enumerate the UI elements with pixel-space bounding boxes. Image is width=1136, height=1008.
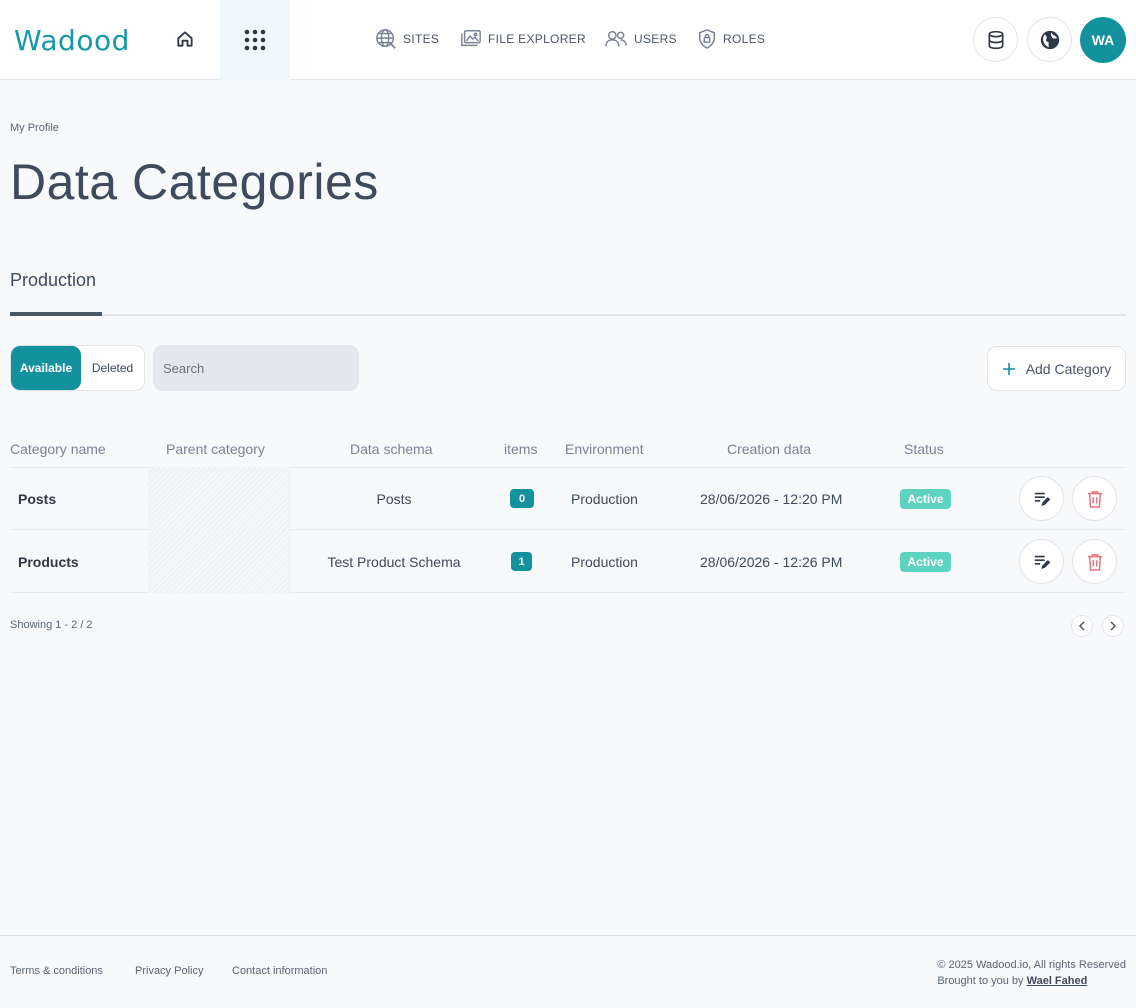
column-header-category-name[interactable]: Category name	[10, 441, 106, 457]
privacy-policy-link[interactable]: Privacy Policy	[135, 965, 203, 977]
chevron-left-icon	[1078, 621, 1085, 631]
pagination-summary: Showing 1 - 2 / 2	[10, 619, 93, 631]
trash-icon	[1087, 553, 1102, 571]
status-filter: Available Deleted	[10, 345, 145, 391]
top-header: Wadood SITES FILE EXPLORER USERS ROLES W…	[0, 0, 1136, 80]
globe-icon	[376, 29, 396, 49]
column-header-data-schema[interactable]: Data schema	[350, 441, 432, 457]
chevron-right-icon	[1110, 621, 1117, 631]
environment: Production	[571, 554, 638, 570]
column-header-status[interactable]: Status	[904, 441, 944, 457]
database-button[interactable]	[973, 17, 1018, 62]
column-header-items[interactable]: items	[504, 441, 537, 457]
folder-image-icon	[461, 30, 481, 47]
trash-icon	[1087, 490, 1102, 508]
column-header-creation-data[interactable]: Creation data	[727, 441, 811, 457]
copyright-text: © 2025 Wadood.io, All rights Reserved	[937, 959, 1126, 971]
footer-divider	[0, 935, 1136, 936]
filter-available-button[interactable]: Available	[11, 346, 81, 390]
status-badge: Active	[900, 552, 951, 572]
breadcrumb-my-profile[interactable]: My Profile	[10, 122, 59, 134]
nav-users-label: USERS	[634, 32, 677, 46]
edit-button[interactable]	[1019, 476, 1064, 521]
category-name: Products	[18, 554, 79, 570]
home-icon	[177, 31, 193, 47]
parent-category-cell	[148, 467, 291, 530]
environment: Production	[571, 491, 638, 507]
nav-sites-label: SITES	[403, 32, 440, 46]
edit-list-icon	[1034, 492, 1050, 506]
creation-date: 28/06/2026 - 12:20 PM	[700, 491, 843, 507]
earth-icon	[1040, 30, 1059, 49]
data-schema: Test Product Schema	[327, 554, 461, 570]
terms-link[interactable]: Terms & conditions	[10, 965, 103, 977]
contact-information-link[interactable]: Contact information	[232, 965, 327, 977]
column-header-parent-category[interactable]: Parent category	[166, 441, 265, 457]
edit-button[interactable]	[1019, 539, 1064, 584]
nav-users[interactable]: USERS	[604, 28, 677, 50]
tab-production[interactable]: Production	[10, 270, 96, 291]
brought-by-text: Brought to you by	[937, 975, 1024, 987]
previous-page-button[interactable]	[1071, 615, 1093, 637]
nav-file-explorer[interactable]: FILE EXPLORER	[460, 28, 586, 50]
tab-active-indicator	[10, 312, 102, 316]
tab-divider	[10, 314, 1126, 316]
brought-by-line: Brought to you by Wael Fahed	[937, 973, 1126, 989]
column-header-environment[interactable]: Environment	[565, 441, 644, 457]
database-icon	[988, 30, 1003, 49]
edit-list-icon	[1034, 555, 1050, 569]
parent-category-cell	[148, 530, 291, 593]
grid-icon	[244, 29, 266, 51]
nav-roles-label: ROLES	[723, 32, 766, 46]
nav-file-explorer-label: FILE EXPLORER	[488, 32, 586, 46]
user-avatar[interactable]: WA	[1080, 17, 1126, 63]
home-button[interactable]	[168, 22, 202, 56]
page-title: Data Categories	[10, 154, 379, 210]
users-icon	[605, 30, 627, 47]
items-count-badge: 1	[511, 552, 532, 571]
wadood-logo[interactable]: Wadood	[14, 24, 130, 57]
next-page-button[interactable]	[1102, 615, 1124, 637]
data-schema: Posts	[376, 491, 412, 507]
shield-icon	[699, 29, 715, 49]
creation-date: 28/06/2026 - 12:26 PM	[700, 554, 843, 570]
nav-roles[interactable]: ROLES	[697, 28, 765, 50]
delete-button[interactable]	[1072, 539, 1117, 584]
status-badge: Active	[900, 489, 951, 509]
plus-icon	[1002, 362, 1015, 375]
nav-sites[interactable]: SITES	[375, 28, 439, 50]
language-button[interactable]	[1027, 17, 1072, 62]
category-name: Posts	[18, 491, 57, 507]
copyright: © 2025 Wadood.io, All rights Reserved Br…	[937, 957, 1126, 989]
author-link[interactable]: Wael Fahed	[1027, 975, 1088, 987]
filter-deleted-button[interactable]: Deleted	[81, 346, 144, 390]
apps-grid-button[interactable]	[220, 0, 290, 80]
search-input[interactable]	[153, 345, 359, 391]
add-category-label: Add Category	[1025, 360, 1112, 377]
add-category-button[interactable]: Add Category	[987, 346, 1126, 391]
items-count-badge: 0	[510, 489, 534, 508]
delete-button[interactable]	[1072, 476, 1117, 521]
